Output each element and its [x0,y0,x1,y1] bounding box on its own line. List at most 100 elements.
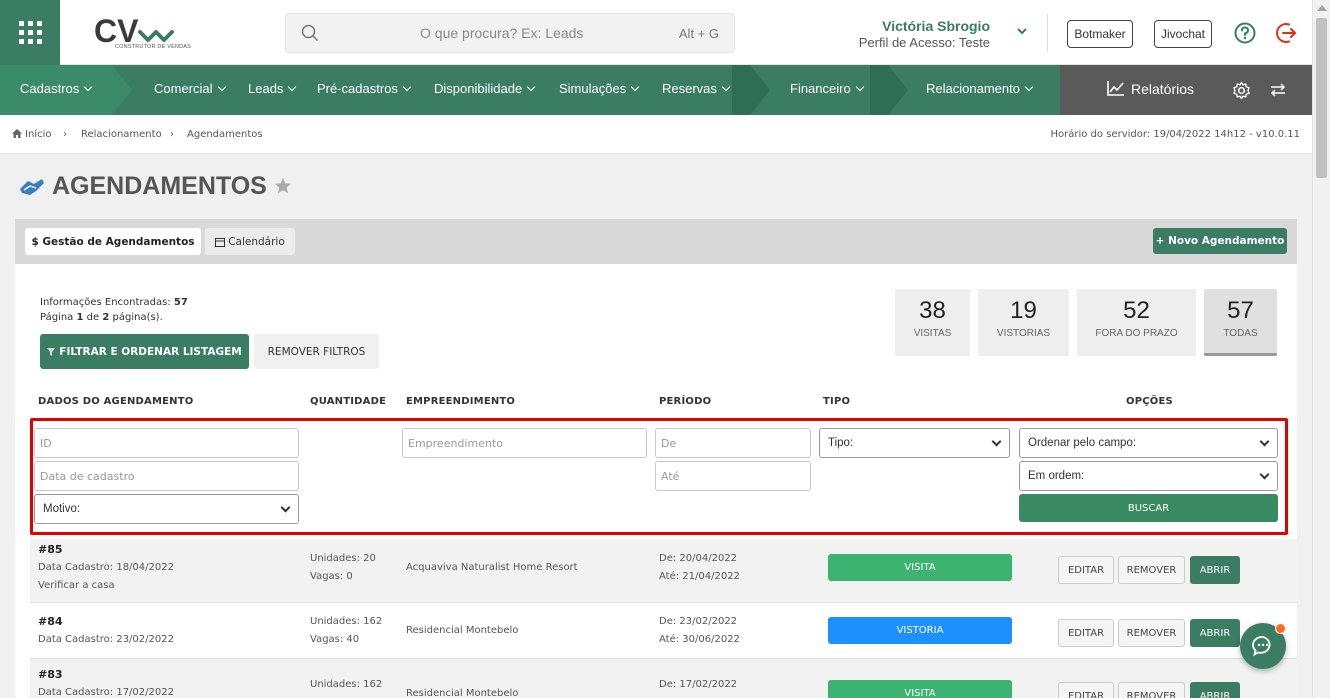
breadcrumb-agendamentos: Agendamentos [187,129,263,140]
handshake-icon [20,179,44,195]
motivo-select[interactable]: Motivo: [34,494,299,524]
period-to: Até: 21/04/2022 [659,571,740,582]
tipo-select[interactable]: Tipo: [819,428,1010,458]
stat-todas[interactable]: 57 TODAS [1204,289,1277,356]
chevron-right-icon: › [63,129,67,140]
order-direction-select[interactable]: Em ordem: [1019,461,1278,491]
nav-comercial[interactable]: Comercial [154,81,226,96]
nav-relacionamento[interactable]: Relacionamento [926,81,1034,96]
user-profile: Perfil de Acesso: Teste [858,35,990,50]
scroll-up-arrow[interactable] [1317,5,1327,11]
remove-filters-button[interactable]: REMOVER FILTROS [254,334,379,369]
column-header: QUANTIDADE [310,396,387,407]
nav-reservas[interactable]: Reservas [662,81,731,96]
remove-button[interactable]: REMOVER [1118,556,1185,584]
order-field-select[interactable]: Ordenar pelo campo: [1019,428,1278,458]
stat-fora-do-prazo[interactable]: 52 FORA DO PRAZO [1077,289,1196,356]
server-time: Horário do servidor: 19/04/2022 14h12 - … [1050,129,1300,140]
apps-grid-icon [18,21,42,44]
top-header: CV CONSTRUTOR DE VENDAS O que procura? E… [0,0,1312,65]
type-badge: VISITA [828,680,1012,698]
chevron-down-icon[interactable] [1016,27,1028,37]
empreendimento-name: Residencial Montebelo [406,625,519,636]
calendar-icon [215,237,226,247]
user-menu[interactable]: Victória Sbrogio Perfil de Acesso: Teste [859,18,990,50]
type-badge: VISITA [828,554,1012,581]
edit-button[interactable]: EDITAR [1058,556,1114,584]
appointment-date: Data Cadastro: 23/02/2022 [38,634,174,645]
date-filter-input[interactable]: Data de cadastro [34,461,299,491]
results-info: Informações Encontradas: 57 Página 1 de … [40,297,188,323]
type-badge: VISTORIA [828,617,1012,644]
appointment-id: #85 [38,543,63,556]
column-header: OPÇÕES [1126,396,1173,407]
period-from-input[interactable]: De [655,428,811,458]
units-count: Unidades: 162 [310,616,383,627]
user-name: Victória Sbrogio [882,18,990,34]
edit-button[interactable]: EDITAR [1058,682,1114,698]
open-button[interactable]: ABRIR [1190,556,1240,584]
appointment-date: Data Cadastro: 17/02/2022 [38,687,174,698]
breadcrumb-home[interactable]: Início [12,129,51,140]
open-button[interactable]: ABRIR [1190,682,1240,698]
filter-order-button[interactable]: FILTRAR E ORDENAR LISTAGEM [40,334,249,369]
column-header: TIPO [823,396,851,407]
help-icon[interactable] [1234,22,1256,44]
favorite-star-icon[interactable] [274,177,292,195]
remove-button[interactable]: REMOVER [1118,682,1185,698]
chart-line-icon [1107,81,1124,96]
apps-grid-button[interactable] [0,0,60,65]
spots-count: Vagas: 40 [310,634,360,645]
tab-calendario[interactable]: Calendário [205,228,295,255]
header-divider [1047,14,1048,52]
home-icon [12,129,22,138]
swap-arrows-icon[interactable] [1270,83,1286,97]
page-scrollbar[interactable] [1312,0,1330,698]
nav-relatorios[interactable]: Relatórios [1107,80,1194,97]
gear-icon[interactable] [1232,81,1251,100]
empreendimento-filter-input[interactable]: Empreendimento [402,428,647,458]
period-to: Até: 30/06/2022 [659,634,740,645]
nav-leads[interactable]: Leads [248,81,297,96]
botmaker-button[interactable]: Botmaker [1067,20,1133,48]
period-from: De: 23/02/2022 [659,616,738,627]
spots-count: Vagas: 0 [310,571,353,582]
id-filter-input[interactable]: ID [34,428,299,458]
chevron-right-icon: › [170,129,174,140]
new-appointment-button[interactable]: + Novo Agendamento [1153,228,1287,254]
stat-visitas[interactable]: 38 VISITAS [895,289,970,356]
nav-simulacoes[interactable]: Simulações [559,81,640,96]
stat-vistorias[interactable]: 19 VISTORIAS [978,289,1069,356]
filter-icon [47,347,56,356]
logo-subtitle: CONSTRUTOR DE VENDAS [115,44,192,50]
column-header: PERÍODO [659,396,712,407]
nav-pre-cadastros[interactable]: Pré-cadastros [317,81,412,96]
scroll-thumb[interactable] [1316,18,1327,178]
nav-financeiro[interactable]: Financeiro [790,81,864,96]
breadcrumb: Início › Relacionamento › Agendamentos H… [0,115,1312,154]
search-shortcut: Alt + G [678,26,719,41]
open-button[interactable]: ABRIR [1190,619,1240,647]
main-nav: Cadastros Comercial Leads Pré-cadastros … [0,65,1312,115]
jivochat-button[interactable]: Jivochat [1154,20,1212,48]
notification-dot [1275,623,1286,634]
period-from: De: 17/02/2022 [659,679,738,690]
logout-icon[interactable] [1276,22,1298,44]
appointment-date: Data Cadastro: 18/04/2022 [38,562,174,573]
search-box[interactable]: O que procura? Ex: Leads Alt + G [285,13,735,53]
tab-gestao[interactable]: $ Gestão de Agendamentos [25,228,201,255]
period-to-input[interactable]: Até [655,461,811,491]
edit-button[interactable]: EDITAR [1058,619,1114,647]
search-placeholder: O que procura? Ex: Leads [420,25,584,41]
nav-disponibilidade[interactable]: Disponibilidade [434,81,536,96]
nav-cadastros[interactable]: Cadastros [20,81,93,96]
appointment-id: #83 [38,668,63,681]
breadcrumb-relacionamento[interactable]: Relacionamento [81,129,162,140]
nav-arrow [1040,65,1060,115]
period-from: De: 20/04/2022 [659,553,738,564]
remove-button[interactable]: REMOVER [1118,619,1185,647]
page-title: AGENDAMENTOS [52,172,267,200]
empreendimento-name: Acquaviva Naturalist Home Resort [406,562,578,573]
search-button[interactable]: BUSCAR [1019,494,1278,522]
units-count: Unidades: 20 [310,553,376,564]
